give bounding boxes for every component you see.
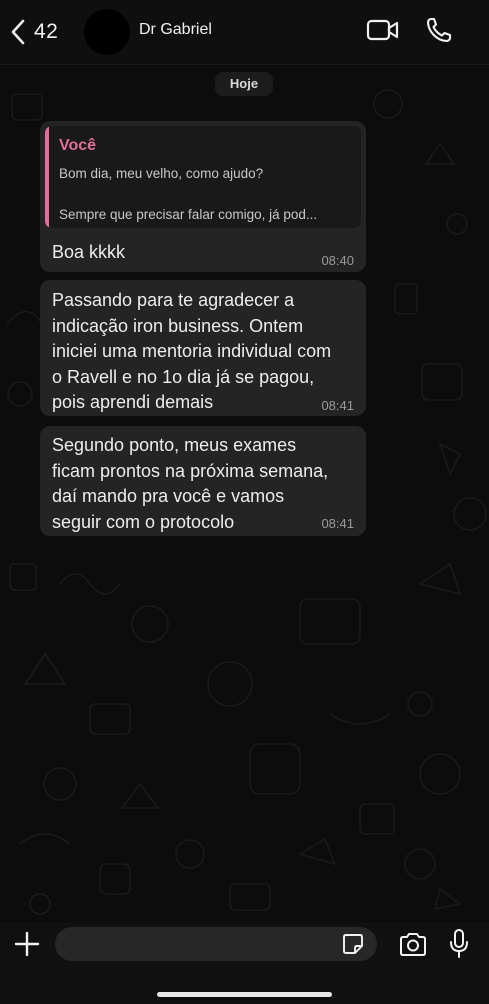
message-bubble[interactable]: Passando para te agradecer a indicação i… bbox=[40, 280, 366, 416]
date-separator: Hoje bbox=[215, 72, 273, 96]
quote-text-line: Bom dia, meu velho, como ajudo? bbox=[59, 166, 264, 181]
home-indicator[interactable] bbox=[157, 992, 332, 997]
phone-icon bbox=[425, 17, 453, 48]
message-text: Boa kkkk bbox=[52, 242, 126, 262]
chat-header: 42 Dr Gabriel bbox=[0, 0, 489, 65]
sticker-button[interactable] bbox=[342, 933, 364, 960]
video-camera-icon bbox=[366, 19, 400, 46]
message-bubble[interactable]: Você Bom dia, meu velho, como ajudo? Sem… bbox=[40, 121, 366, 272]
contact-name[interactable]: Dr Gabriel bbox=[139, 21, 212, 39]
avatar[interactable] bbox=[84, 9, 130, 55]
attach-button[interactable] bbox=[14, 931, 40, 962]
message-text: Passando para te agradecer a indicação i… bbox=[52, 290, 332, 412]
message-time: 08:41 bbox=[321, 516, 354, 531]
chevron-left-icon bbox=[10, 19, 26, 45]
plus-icon bbox=[14, 931, 40, 961]
camera-button[interactable] bbox=[398, 932, 428, 963]
unread-count: 42 bbox=[34, 20, 59, 43]
message-bubble[interactable]: Segundo ponto, meus exames ficam prontos… bbox=[40, 426, 366, 536]
message-time: 08:41 bbox=[321, 398, 354, 413]
back-button[interactable]: 42 bbox=[10, 14, 58, 50]
quote-author: Você bbox=[59, 137, 97, 154]
message-time: 08:40 bbox=[321, 253, 354, 268]
camera-icon bbox=[398, 933, 428, 962]
microphone-icon bbox=[449, 929, 469, 964]
quote-accent-bar bbox=[45, 126, 49, 228]
voice-call-button[interactable] bbox=[425, 16, 453, 49]
message-input[interactable] bbox=[55, 927, 377, 961]
video-call-button[interactable] bbox=[366, 18, 400, 47]
quoted-message[interactable]: Você Bom dia, meu velho, como ajudo? Sem… bbox=[45, 126, 361, 228]
voice-message-button[interactable] bbox=[449, 928, 469, 965]
quote-text-line: Sempre que precisar falar comigo, já pod… bbox=[59, 207, 318, 222]
chat-area[interactable]: Hoje Você Bom dia, meu velho, como ajudo… bbox=[0, 64, 489, 922]
message-text: Segundo ponto, meus exames ficam prontos… bbox=[52, 435, 329, 532]
sticker-icon bbox=[342, 934, 364, 959]
composer-bar bbox=[0, 922, 489, 1004]
